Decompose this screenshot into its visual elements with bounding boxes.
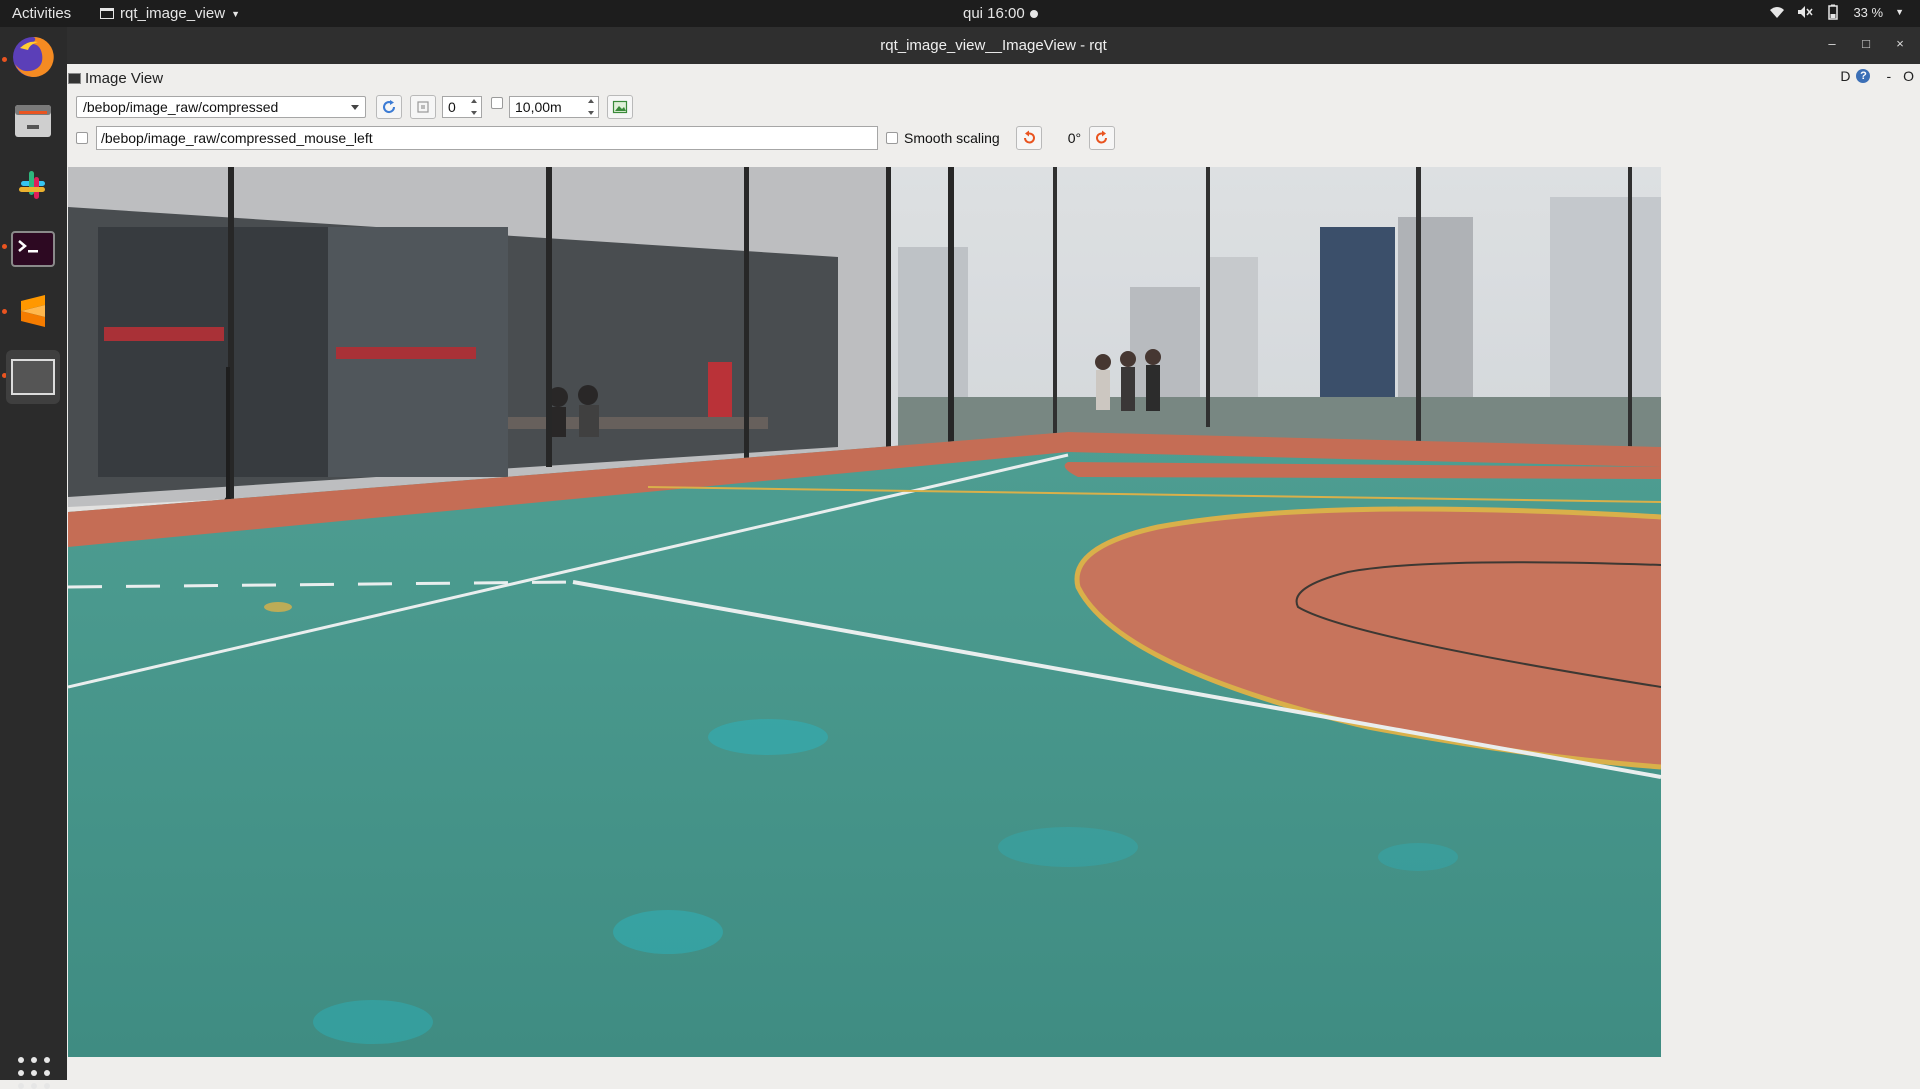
firefox-launcher[interactable] (6, 30, 60, 84)
window-controls: – □ × (1826, 36, 1906, 51)
zoom-fit-icon (417, 101, 429, 113)
battery-percent: 33 % (1853, 4, 1884, 20)
show-applications-icon[interactable] (18, 1057, 50, 1089)
battery-icon (1828, 4, 1839, 20)
chevron-down-icon: ▼ (1895, 7, 1904, 17)
frame-spinbox-value: 0 (448, 99, 456, 115)
toolbar-row-1: /bebop/image_raw/compressed 0 10,00m (76, 95, 633, 119)
window-title: rqt_image_view__ImageView - rqt (880, 37, 1107, 54)
firefox-icon (13, 36, 54, 77)
close-plugin-button[interactable]: O (1903, 68, 1914, 84)
wifi-icon (1770, 7, 1785, 18)
close-button[interactable]: × (1894, 36, 1906, 51)
window-icon (100, 8, 114, 19)
terminal-icon (11, 231, 55, 267)
rotate-right-icon (1096, 130, 1108, 144)
plugin-tools: D ? - O (1840, 68, 1914, 84)
camera-frame-image (68, 167, 1661, 1057)
mouse-topic-field[interactable]: /bebop/image_raw/compressed_mouse_left (96, 126, 878, 150)
dock-toggle-button[interactable]: D (1840, 68, 1850, 84)
rotate-right-button[interactable] (1089, 126, 1116, 150)
system-top-bar: Activities rqt_image_view ▼ qui 16:00 33… (0, 0, 1920, 27)
help-icon[interactable]: ? (1856, 69, 1871, 83)
smooth-scaling-label: Smooth scaling (904, 130, 1000, 146)
maximize-button[interactable]: □ (1860, 36, 1872, 51)
slack-launcher[interactable] (6, 158, 60, 212)
rotation-label: 0° (1067, 130, 1082, 146)
system-tray[interactable]: 33 % ▼ (1769, 4, 1904, 20)
refresh-icon (383, 100, 396, 114)
publish-mouse-checkbox[interactable] (76, 132, 88, 144)
chevron-down-icon: ▼ (231, 8, 240, 19)
plugin-icon (68, 72, 81, 84)
dock (0, 27, 67, 1089)
clock-label: qui 16:00 (963, 5, 1025, 22)
rotate-left-button[interactable] (1015, 126, 1042, 150)
spin-arrows-icon (588, 99, 596, 115)
refresh-topics-button[interactable] (376, 95, 402, 119)
save-image-button[interactable] (607, 95, 633, 119)
window-titlebar[interactable]: rqt_image_view__ImageView - rqt – □ × (67, 27, 1920, 64)
rotate-left-icon (1023, 130, 1035, 144)
volume-muted-icon (1798, 6, 1814, 18)
plugin-header: Image View (68, 68, 163, 88)
dynamic-range-checkbox[interactable] (491, 97, 503, 109)
window-icon (11, 359, 55, 395)
terminal-launcher[interactable] (6, 222, 60, 276)
max-range-spinbox[interactable]: 10,00m (509, 96, 599, 118)
sublime-text-launcher[interactable] (6, 286, 60, 340)
max-range-value: 10,00m (515, 99, 562, 115)
smooth-scaling-checkbox[interactable] (886, 132, 898, 144)
rqt-window-launcher[interactable] (6, 350, 60, 404)
toolbar-row-2: /bebop/image_raw/compressed_mouse_left S… (76, 126, 1116, 150)
plugin-title: Image View (85, 69, 164, 87)
slack-icon (19, 171, 45, 199)
chevron-down-icon (351, 105, 359, 110)
clock[interactable]: qui 16:00 (963, 5, 1038, 22)
app-menu-label: rqt_image_view (120, 5, 226, 22)
app-menu[interactable]: rqt_image_view ▼ (100, 5, 240, 22)
files-launcher[interactable] (6, 94, 60, 148)
topic-combo-value: /bebop/image_raw/compressed (83, 99, 279, 115)
sublime-text-icon (21, 295, 45, 327)
topic-combo[interactable]: /bebop/image_raw/compressed (76, 96, 366, 118)
activities-button[interactable]: Activities (12, 5, 71, 22)
file-cabinet-icon (15, 105, 51, 137)
mouse-topic-value: /bebop/image_raw/compressed_mouse_left (101, 130, 373, 146)
notification-dot-icon (1029, 9, 1038, 18)
spin-arrows-icon (471, 99, 479, 115)
minimize-button[interactable]: – (1826, 36, 1838, 51)
camera-image[interactable] (68, 167, 1661, 1057)
frame-spinbox[interactable]: 0 (442, 96, 482, 118)
zoom-1-button[interactable] (410, 95, 436, 119)
save-image-icon (612, 100, 628, 114)
minimize-plugin-button[interactable]: - (1886, 68, 1891, 84)
